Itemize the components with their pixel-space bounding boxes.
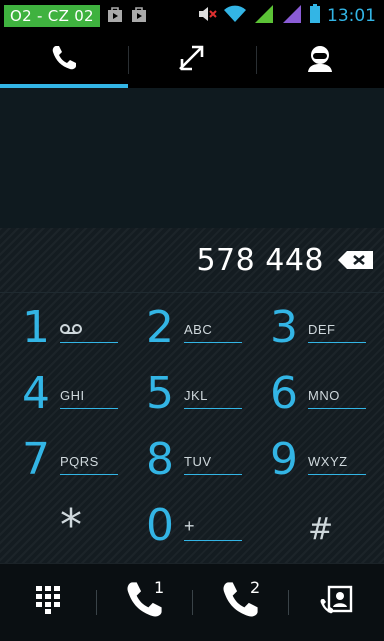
key-digit: 7 xyxy=(22,434,50,485)
bag-icon xyxy=(130,5,148,28)
key-letters: MNO xyxy=(308,388,340,403)
key-symbol: # xyxy=(308,512,334,547)
call-log-icon xyxy=(176,43,208,78)
key-digit: 3 xyxy=(270,302,298,353)
key-symbol: * xyxy=(60,500,82,551)
volume-muted-icon xyxy=(197,5,217,28)
sim1-label: 1 xyxy=(154,578,165,597)
key-8[interactable]: 8 TUV xyxy=(128,428,256,494)
key-digit: 6 xyxy=(270,368,298,419)
key-7[interactable]: 7 PQRS xyxy=(4,428,132,494)
key-letters: TUV xyxy=(184,454,212,469)
dialer-empty-area xyxy=(0,88,384,228)
signal-icon xyxy=(253,4,275,29)
key-underline xyxy=(308,474,366,475)
key-letters: PQRS xyxy=(60,454,99,469)
digits-row: 578 448 xyxy=(0,228,384,293)
key-6[interactable]: 6 MNO xyxy=(252,362,380,428)
key-underline xyxy=(308,342,366,343)
tab-contacts[interactable] xyxy=(256,32,384,88)
key-underline xyxy=(184,408,242,409)
dialed-number[interactable]: 578 448 xyxy=(196,243,324,278)
key-underline xyxy=(308,408,366,409)
key-underline xyxy=(184,540,242,541)
key-3[interactable]: 3 DEF xyxy=(252,296,380,362)
key-letters: GHI xyxy=(60,388,85,403)
key-star[interactable]: * xyxy=(4,494,132,560)
key-underline xyxy=(60,342,118,343)
key-underline xyxy=(60,408,118,409)
key-letters: DEF xyxy=(308,322,336,337)
key-underline xyxy=(184,474,242,475)
wifi-icon xyxy=(223,5,247,28)
battery-icon xyxy=(309,3,321,29)
key-digit: 1 xyxy=(22,302,50,353)
key-digit: 0 xyxy=(146,500,174,551)
key-letters: + xyxy=(184,516,196,536)
key-digit: 8 xyxy=(146,434,174,485)
backspace-icon xyxy=(338,251,373,269)
tab-phone[interactable] xyxy=(0,32,128,88)
key-2[interactable]: 2 ABC xyxy=(128,296,256,362)
call-sim1-button[interactable]: 1 xyxy=(96,564,192,641)
contact-card-icon xyxy=(319,585,353,620)
key-digit: 5 xyxy=(146,368,174,419)
key-digit: 2 xyxy=(146,302,174,353)
status-bar: O2 - CZ 02 13:01 xyxy=(0,0,384,32)
key-9[interactable]: 9 WXYZ xyxy=(252,428,380,494)
keypad: 1 2 ABC 3 DEF 4 GHI 5 JKL 6 MNO 7 PQRS 8… xyxy=(0,296,384,560)
tab-bar xyxy=(0,32,384,88)
bottom-action-bar: 1 2 xyxy=(0,563,384,641)
voicemail-icon xyxy=(60,322,82,340)
key-1[interactable]: 1 xyxy=(4,296,132,362)
key-digit: 9 xyxy=(270,434,298,485)
carrier-label: O2 - CZ 02 xyxy=(4,5,100,27)
dialpad-toggle-button[interactable] xyxy=(0,564,96,641)
key-digit: 4 xyxy=(22,368,50,419)
phone-icon xyxy=(49,43,79,78)
sim2-label: 2 xyxy=(250,578,261,597)
dialpad-icon xyxy=(36,586,60,619)
clock: 13:01 xyxy=(327,6,376,26)
key-0[interactable]: 0 + xyxy=(128,494,256,560)
key-pound[interactable]: # xyxy=(252,494,380,560)
key-4[interactable]: 4 GHI xyxy=(4,362,132,428)
key-underline xyxy=(184,342,242,343)
key-underline xyxy=(60,474,118,475)
contacts-button[interactable] xyxy=(288,564,384,641)
key-letters: JKL xyxy=(184,388,208,403)
call-sim2-button[interactable]: 2 xyxy=(192,564,288,641)
key-letters: WXYZ xyxy=(308,454,348,469)
tab-call-log[interactable] xyxy=(128,32,256,88)
key-letters: ABC xyxy=(184,322,213,337)
bag-icon xyxy=(106,5,124,28)
backspace-button[interactable] xyxy=(338,250,374,270)
key-5[interactable]: 5 JKL xyxy=(128,362,256,428)
contact-icon xyxy=(305,43,335,78)
signal-icon xyxy=(281,4,303,29)
